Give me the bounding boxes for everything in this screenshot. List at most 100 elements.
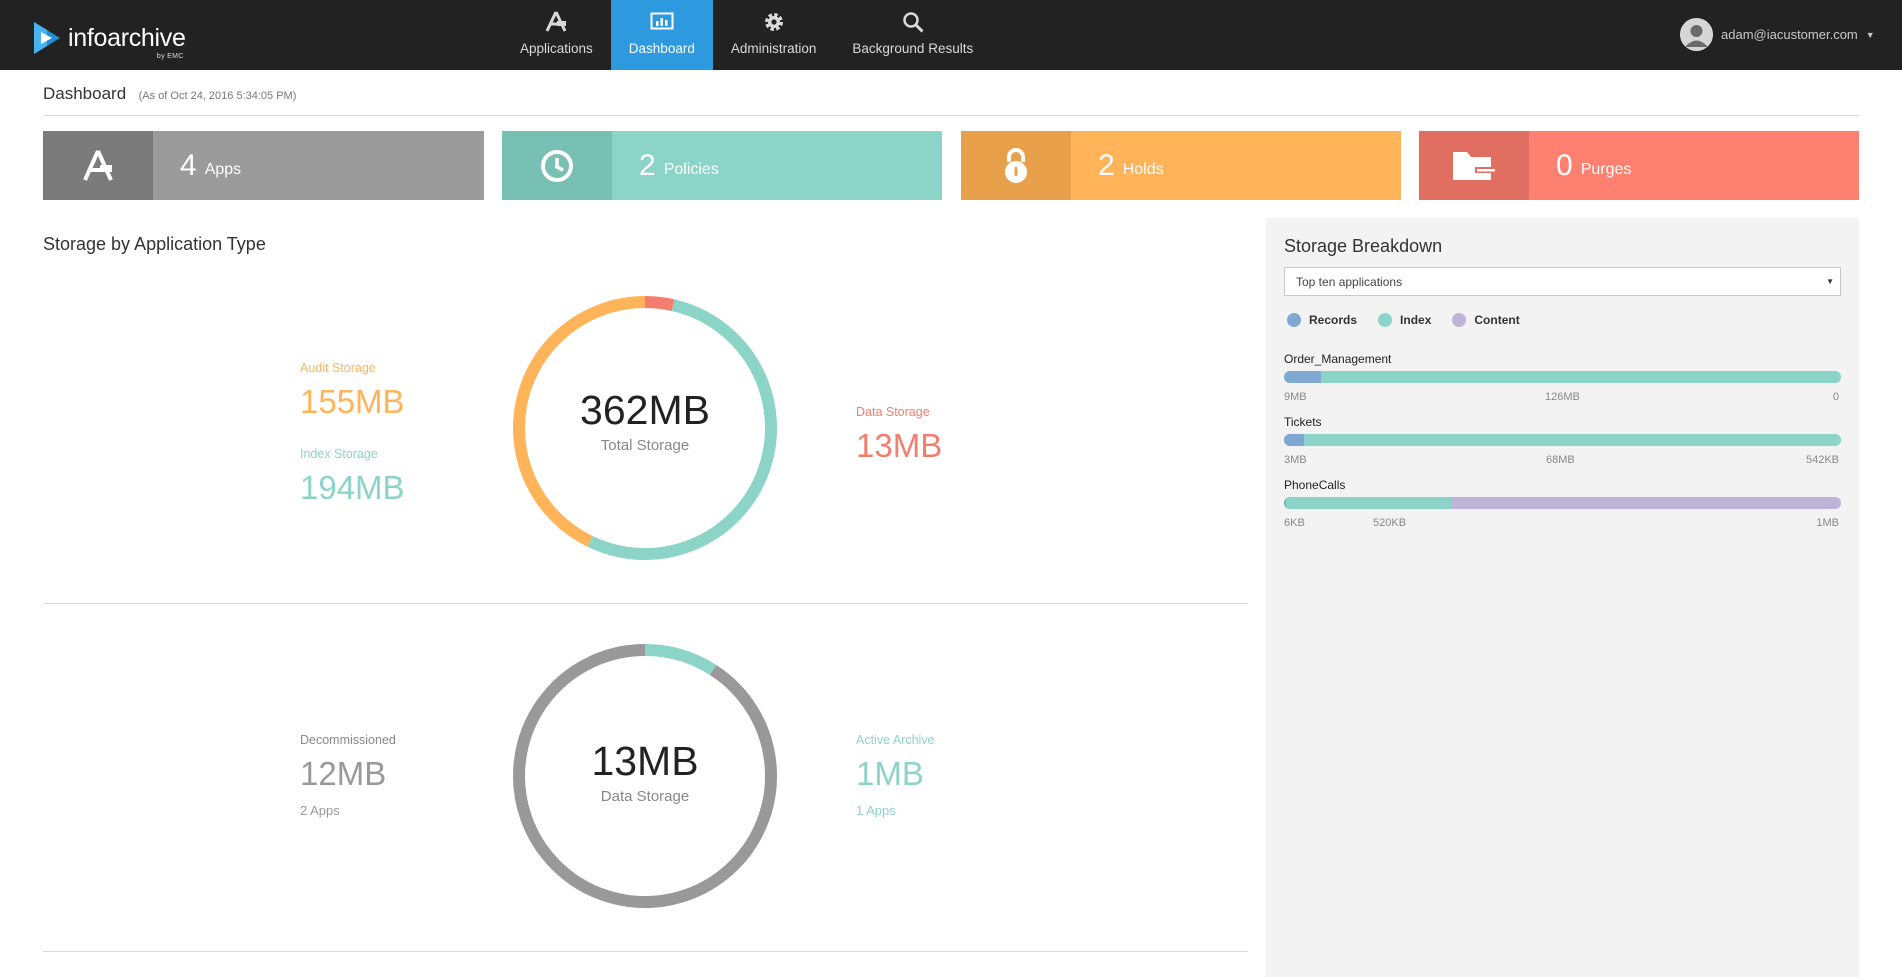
legend-records[interactable]: Records xyxy=(1287,313,1357,327)
breakdown-bar[interactable] xyxy=(1284,434,1841,446)
tile-purges-count: 0 xyxy=(1556,148,1573,182)
avatar xyxy=(1680,18,1713,51)
records-segment xyxy=(1284,434,1305,446)
active-archive-value: 1MB xyxy=(856,755,924,792)
audit-storage-label: Audit Storage xyxy=(300,361,376,375)
index-segment xyxy=(1304,434,1841,446)
legend-content[interactable]: Content xyxy=(1452,313,1520,327)
breakdown-bar[interactable] xyxy=(1284,497,1841,509)
tile-policies-label: Policies xyxy=(663,161,719,178)
tile-apps[interactable]: 4 Apps xyxy=(43,131,484,200)
nav-administration[interactable]: Administration xyxy=(713,0,835,70)
legend-records-swatch xyxy=(1287,313,1301,327)
breakdown-app-name: Tickets xyxy=(1284,415,1322,429)
breakdown-content-size: 1MB xyxy=(1816,517,1839,529)
tile-policies-count: 2 xyxy=(639,148,656,182)
tile-purges-icon-box xyxy=(1419,131,1529,200)
logo-text: infoarchive xyxy=(68,23,186,52)
tile-apps-label: Apps xyxy=(204,161,242,178)
total-storage-label: Total Storage xyxy=(600,437,690,454)
index-segment xyxy=(1286,497,1452,509)
nav-dashboard[interactable]: Dashboard xyxy=(610,0,713,70)
breakdown-records-size: 3MB xyxy=(1284,454,1307,466)
infoarchive-logo[interactable]: infoarchive by EMC xyxy=(32,18,186,60)
storage-title-bold: Storage xyxy=(43,234,107,254)
breakdown-records-size: 6KB xyxy=(1284,517,1305,529)
storage-breakdown-title: Storage Breakdown xyxy=(1284,236,1443,256)
page-header: Dashboard (As of Oct 24, 2016 5:34:05 PM… xyxy=(43,84,1859,116)
index-storage-value: 194MB xyxy=(300,469,405,506)
gear-icon xyxy=(761,9,787,35)
main-nav: Applications Dashboard Administration Ba… xyxy=(502,0,991,70)
lock-icon xyxy=(1005,147,1027,183)
page-title: Dashboard xyxy=(43,84,127,103)
total-storage-value: 362MB xyxy=(580,387,710,433)
tile-holds-count: 2 xyxy=(1098,148,1115,182)
chevron-down-icon: ▼ xyxy=(1826,277,1834,286)
index-storage-label: Index Storage xyxy=(300,447,378,461)
tile-policies[interactable]: 2 Policies xyxy=(502,131,942,200)
breakdown-records-size: 9MB xyxy=(1284,391,1307,403)
breakdown-index-size: 126MB xyxy=(1545,391,1580,403)
breakdown-index-size: 520KB xyxy=(1373,517,1407,529)
active-archive-arc[interactable] xyxy=(644,644,717,676)
decommissioned-label: Decommissioned xyxy=(300,733,396,747)
legend-content-swatch xyxy=(1452,313,1467,327)
breakdown-filter-value: Top ten applications xyxy=(1296,275,1403,289)
data-storage-arc[interactable] xyxy=(644,296,675,312)
nav-dashboard-label: Dashboard xyxy=(628,41,695,56)
breakdown-index-size: 68MB xyxy=(1546,454,1575,466)
tile-purges[interactable]: 0 Purges xyxy=(1419,131,1859,200)
nav-applications[interactable]: Applications xyxy=(502,0,611,70)
active-archive-label: Active Archive xyxy=(856,733,935,747)
tile-holds-label: Holds xyxy=(1122,161,1164,178)
top-navigation-bar: infoarchive by EMC Applications Dashboar… xyxy=(0,0,1902,70)
data-storage-value: 13MB xyxy=(856,427,943,464)
legend-content-label: Content xyxy=(1474,313,1520,327)
storage-breakdown-panel: Storage Breakdown Top ten applications ▼… xyxy=(1266,218,1859,977)
decommissioned-value: 12MB xyxy=(300,755,387,792)
nav-background-results-label: Background Results xyxy=(852,41,974,56)
section-divider-1 xyxy=(43,603,1248,604)
data-storage-center: 13MB Data Storage xyxy=(525,738,765,806)
clock-icon xyxy=(541,149,573,182)
data-storage-total-value: 13MB xyxy=(591,738,699,784)
legend-index-swatch xyxy=(1378,313,1393,327)
nav-applications-label: Applications xyxy=(520,41,593,56)
data-storage-label: Data Storage xyxy=(856,405,930,419)
dashboard-icon xyxy=(649,9,675,35)
breakdown-content-size: 542KB xyxy=(1805,454,1839,466)
data-storage-total-label: Data Storage xyxy=(600,788,690,805)
user-email: adam@iacustomer.com xyxy=(1721,27,1858,42)
chevron-down-icon: ▼ xyxy=(1865,29,1875,40)
legend-index[interactable]: Index xyxy=(1378,313,1431,327)
breakdown-content-size: 0 xyxy=(1832,391,1839,403)
logo-subtext: by EMC xyxy=(156,52,184,60)
index-segment xyxy=(1320,371,1841,383)
tile-holds[interactable]: 2 Holds xyxy=(961,131,1401,200)
section-divider-2 xyxy=(43,951,1248,952)
total-storage-center: 362MB Total Storage xyxy=(525,387,765,455)
nav-administration-label: Administration xyxy=(730,41,817,56)
search-icon xyxy=(900,9,926,35)
user-menu[interactable]: adam@iacustomer.com ▼ xyxy=(1680,18,1875,51)
legend-records-label: Records xyxy=(1309,313,1358,327)
applications-icon xyxy=(543,9,569,35)
tile-apps-count: 4 xyxy=(180,148,197,182)
records-segment xyxy=(1284,371,1321,383)
breakdown-legend: Records Index Content xyxy=(1287,313,1541,327)
applications-icon xyxy=(83,149,113,181)
breakdown-bar[interactable] xyxy=(1284,371,1841,383)
breakdown-filter-select[interactable]: Top ten applications ▼ xyxy=(1284,267,1841,296)
tile-policies-icon-box xyxy=(502,131,612,200)
nav-background-results[interactable]: Background Results xyxy=(834,0,991,70)
active-archive-apps: 1 Apps xyxy=(856,803,896,818)
storage-title-rest: by Application Type xyxy=(106,234,266,254)
folder-icon xyxy=(1453,151,1495,180)
tile-apps-icon-box xyxy=(43,131,153,200)
decommissioned-apps: 2 Apps xyxy=(300,803,340,818)
storage-section-title: Storage by Application Type xyxy=(43,234,266,255)
tile-purges-label: Purges xyxy=(1580,161,1632,178)
tile-holds-icon-box xyxy=(961,131,1071,200)
content-segment xyxy=(1451,497,1841,509)
